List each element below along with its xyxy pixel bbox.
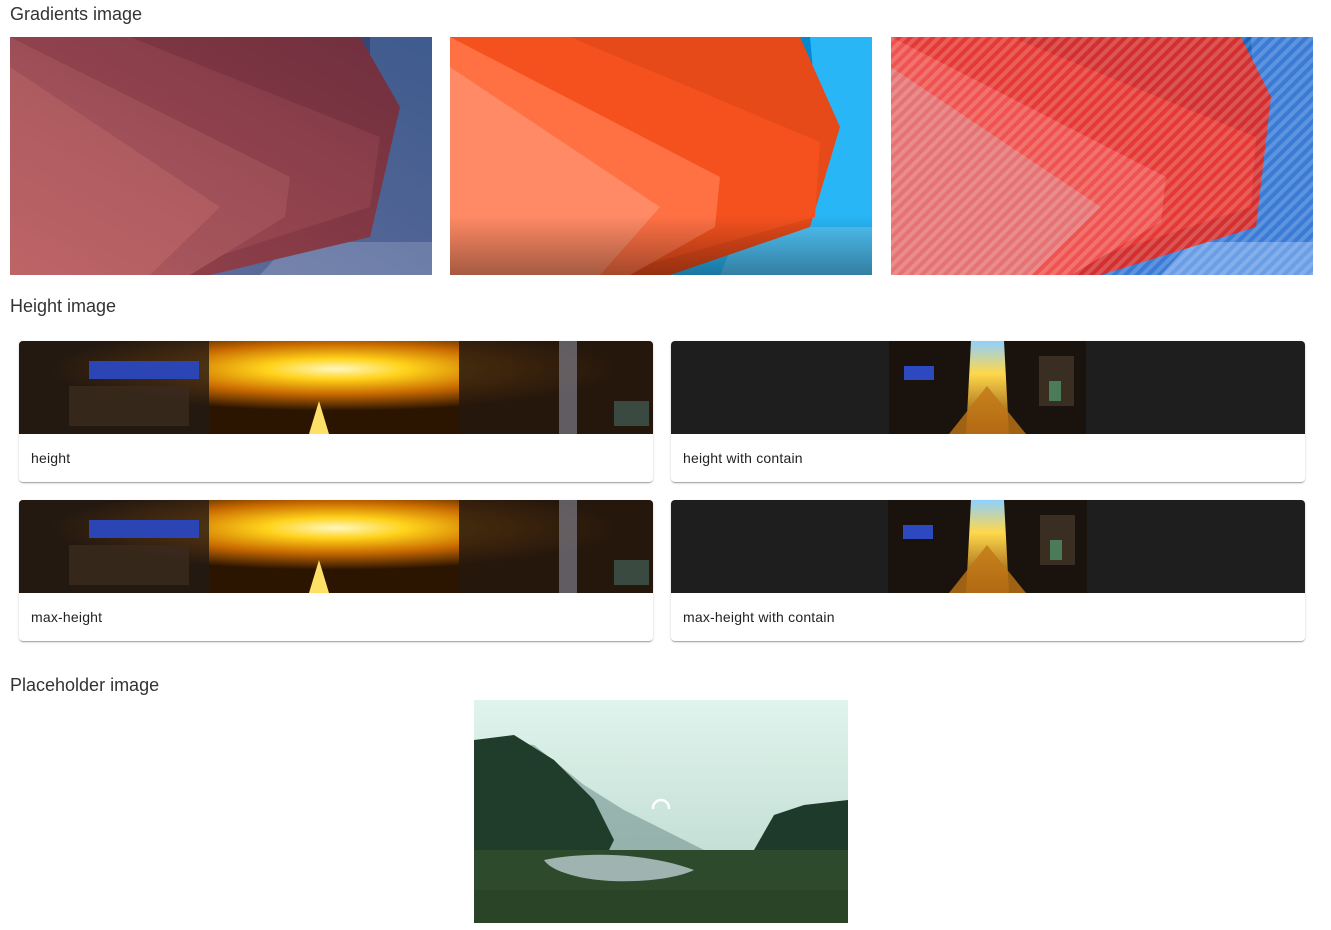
street-image-max-height: [19, 500, 653, 593]
card-title: max-height with contain: [683, 609, 835, 625]
gradient-image-red: [10, 37, 432, 275]
height-heading: Height image: [10, 296, 117, 316]
height-card: height: [19, 341, 653, 482]
max-height-card: max-height: [19, 500, 653, 641]
gradients-heading: Gradients image: [10, 4, 143, 24]
card-title: max-height: [31, 609, 103, 625]
street-image-contain: [671, 341, 1305, 434]
height-contain-card: height with contain: [671, 341, 1305, 482]
loading-spinner-icon: [651, 798, 671, 810]
gradient-image-striped: [891, 37, 1313, 275]
gradient-image-orange: [450, 37, 872, 275]
card-title: height: [31, 450, 71, 466]
max-height-contain-card: max-height with contain: [671, 500, 1305, 641]
street-image-cover: [19, 341, 653, 434]
placeholder-heading: Placeholder image: [10, 675, 160, 695]
card-title: height with contain: [683, 450, 803, 466]
street-image-max-height-contain: [671, 500, 1305, 593]
